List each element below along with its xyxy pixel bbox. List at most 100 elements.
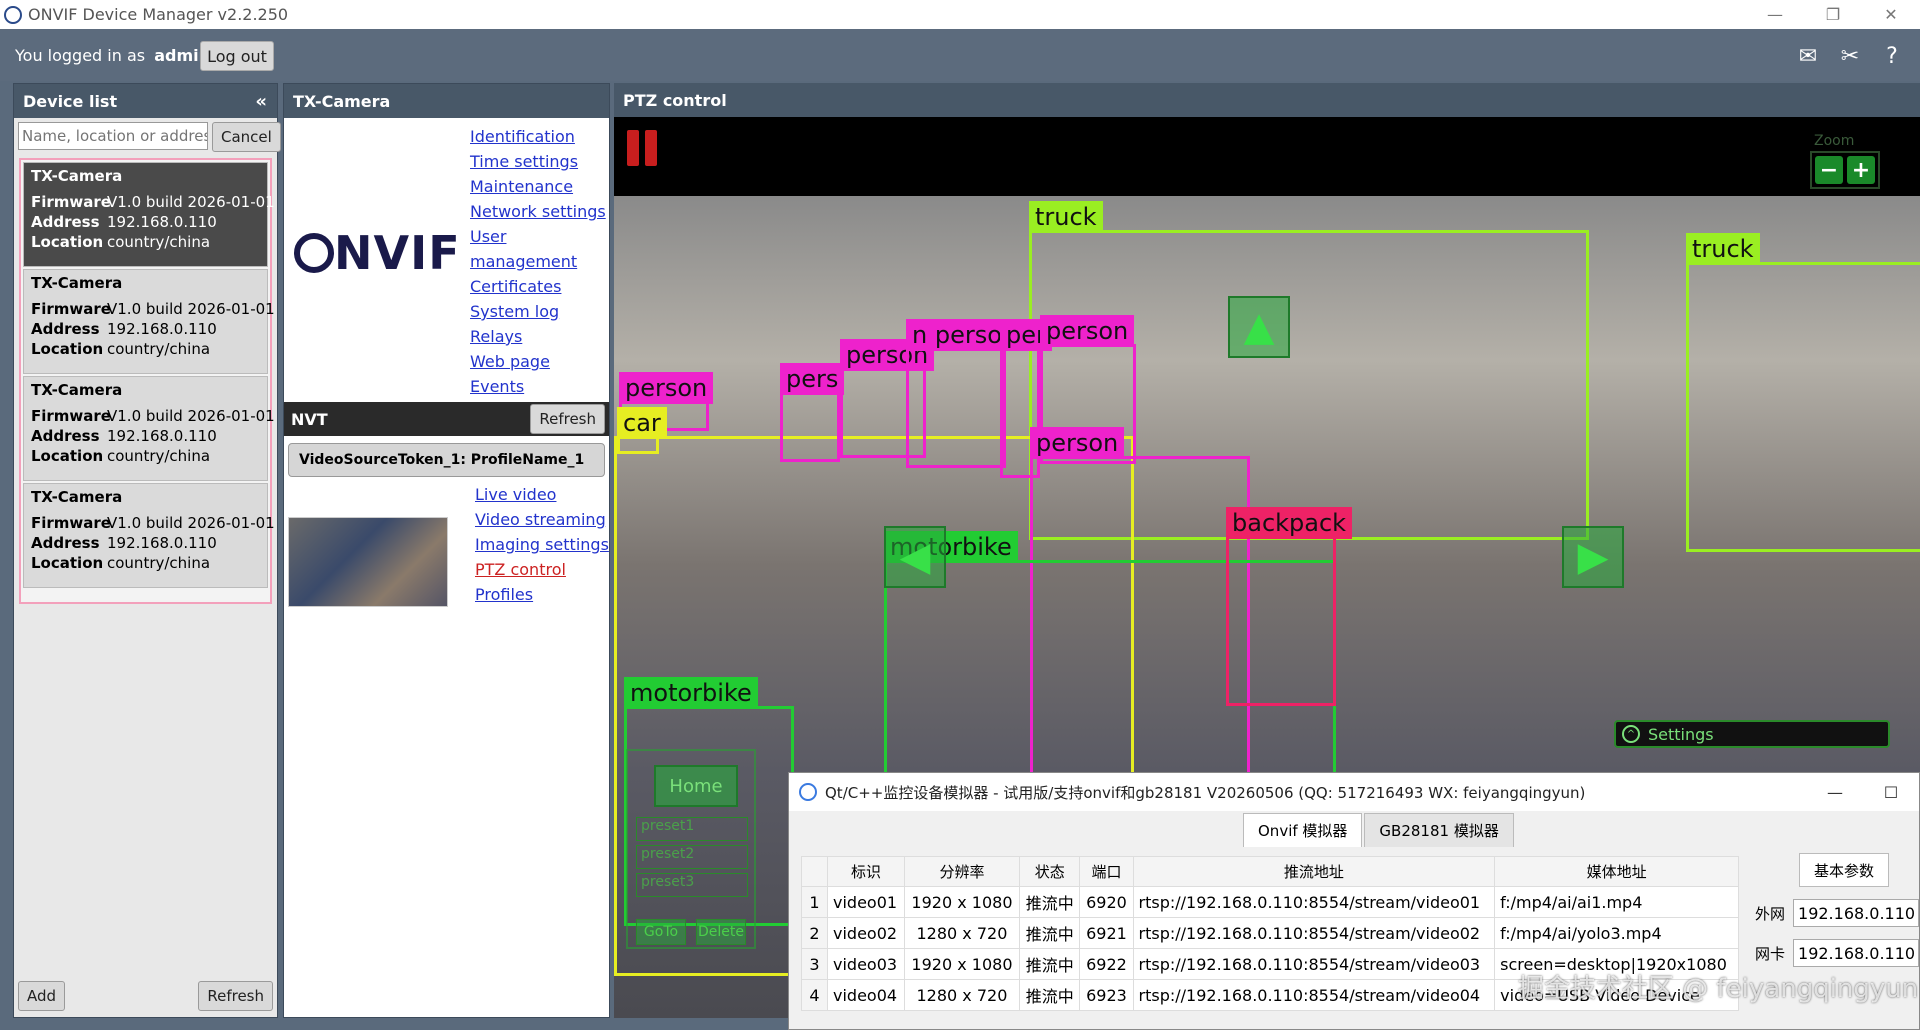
table-row[interactable]: 2 video02 1280 x 720 推流中 6921 rtsp://192.168.… [801, 917, 1739, 949]
media-link[interactable]: Video streaming [475, 507, 609, 532]
tab-basic-params[interactable]: 基本参数 [1799, 853, 1889, 887]
device-link[interactable]: Certificates [470, 274, 609, 299]
device-link[interactable]: Events [470, 374, 609, 399]
restore-button[interactable]: ❐ [1804, 0, 1862, 29]
app-icon [4, 5, 22, 24]
device-search-row: Cancel [14, 118, 281, 156]
address-label: Address [31, 213, 100, 231]
onvif-logo: NVIF [294, 226, 461, 280]
table-header: 状态 [1018, 856, 1081, 887]
zoom-in-button[interactable]: + [1847, 156, 1875, 184]
device-location: Location country/china [31, 553, 260, 573]
media-link[interactable]: PTZ control [475, 557, 609, 582]
window-title: ONVIF Device Manager v2.2.250 [28, 5, 289, 24]
table-cell: video01 [827, 886, 905, 918]
preset-item[interactable]: preset3 [636, 873, 748, 897]
device-link[interactable]: Relays [470, 324, 609, 349]
simulator-minimize-button[interactable]: — [1807, 773, 1863, 811]
table-cell: 推流中 [1018, 979, 1081, 1011]
profile-selector[interactable]: VideoSourceToken_1: ProfileName_1 [288, 443, 605, 477]
location-label: Location [31, 554, 104, 572]
device-list-footer: Add Refresh [18, 981, 273, 1011]
preset-item[interactable]: preset2 [636, 845, 748, 869]
about-icon[interactable]: ✉ [1794, 42, 1822, 70]
firmware-value: V1.0 build 2026-01-01 [107, 514, 275, 532]
media-link[interactable]: Live video [475, 482, 609, 507]
table-cell: 1920 x 1080 [903, 948, 1020, 980]
device-link[interactable]: Time settings [470, 149, 609, 174]
device-item[interactable]: TX-Camera FirmwareV1.0 build 2026-01-01 Ad… [23, 376, 275, 481]
media-link[interactable]: Imaging settings [475, 532, 609, 557]
table-cell: 6923 [1079, 979, 1134, 1011]
tools-icon[interactable]: ✂ [1836, 42, 1864, 70]
device-firmware: FirmwareV1.0 build 2026-01-01 [31, 513, 275, 533]
device-link[interactable]: Network settings [470, 199, 609, 224]
cancel-search-button[interactable]: Cancel [212, 122, 281, 152]
help-icon[interactable]: ? [1878, 42, 1906, 70]
device-address: Address 192.168.0.110 [31, 319, 260, 339]
ptz-panel-header: PTZ control [614, 83, 1920, 117]
device-item[interactable]: TX-Camera FirmwareV1.0 build 2026-01-01 Ad… [23, 269, 275, 374]
device-link[interactable]: System log [470, 299, 609, 324]
address-value: 192.168.0.110 [107, 427, 217, 445]
pan-left-icon[interactable]: ◀ [884, 526, 946, 588]
preset-item[interactable]: preset1 [636, 817, 748, 841]
pan-right-icon[interactable]: ▶ [1562, 526, 1624, 588]
nvt-refresh-button[interactable]: Refresh [530, 404, 605, 434]
nic-input[interactable] [1793, 939, 1920, 967]
delete-preset-button[interactable]: Delete [696, 919, 746, 945]
settings-label: Settings [1648, 724, 1714, 744]
table-row[interactable]: 1 video01 1920 x 1080 推流中 6920 rtsp://192.168… [801, 886, 1739, 918]
device-address: Address 192.168.0.110 [31, 212, 260, 232]
goto-button[interactable]: GoTo [636, 919, 686, 945]
firmware-value: V1.0 build 2026-01-01 [107, 407, 275, 425]
table-cell: 推流中 [1018, 948, 1081, 980]
device-link[interactable]: User management [470, 224, 609, 274]
address-label: Address [31, 320, 100, 338]
device-search-input[interactable] [18, 122, 208, 150]
minimize-button[interactable]: — [1746, 0, 1804, 29]
logout-button[interactable]: Log out [200, 41, 274, 71]
device-name: TX-Camera [31, 381, 123, 399]
device-list-header: Device list « [14, 84, 277, 118]
location-value: country/china [107, 554, 211, 572]
device-list-panel: Device list « Cancel TX-CameraFirmwareV1… [13, 83, 281, 1018]
ptz-settings-button[interactable]: ^ Settings [1614, 720, 1890, 748]
device-item[interactable]: TX-Camera FirmwareV1.0 build 2026-01-01 Ad… [23, 483, 275, 588]
pan-up-icon[interactable]: ▲ [1228, 296, 1290, 358]
pause-icon[interactable] [627, 130, 659, 166]
nic-field-row: 网卡 [1755, 939, 1920, 967]
nvt-bar: NVT Refresh [284, 402, 609, 436]
table-cell: rtsp://192.168.0.110:8554/stream/video03 [1132, 948, 1496, 980]
zoom-out-button[interactable]: − [1815, 156, 1843, 184]
add-device-button[interactable]: Add [18, 981, 66, 1011]
table-cell: 6921 [1079, 917, 1134, 949]
detection-label: car [617, 407, 667, 439]
device-name: TX-Camera [31, 167, 123, 185]
table-header-row: 标识 分辨率 状态 端口 推流地址 媒体地址 [801, 856, 1739, 887]
table-cell: video04 [827, 979, 905, 1011]
close-button[interactable]: ✕ [1862, 0, 1920, 29]
home-button[interactable]: Home [654, 765, 738, 807]
table-header: 媒体地址 [1494, 856, 1739, 887]
table-cell: video02 [827, 917, 905, 949]
video-thumbnail[interactable] [288, 517, 448, 607]
device-link[interactable]: Maintenance [470, 174, 609, 199]
simulator-window-controls: — ☐ [1807, 773, 1919, 811]
device-link[interactable]: Identification [470, 124, 609, 149]
detection-label: pers [780, 363, 845, 395]
tab-onvif[interactable]: Onvif 模拟器 [1243, 813, 1363, 847]
device-link[interactable]: Web page [470, 349, 609, 374]
collapse-icon[interactable]: « [255, 91, 267, 112]
media-link[interactable]: Profiles [475, 582, 609, 607]
device-item[interactable]: TX-Camera FirmwareV1.0 build 2026-01-01 Ad… [23, 162, 275, 267]
tab-gb28181[interactable]: GB28181 模拟器 [1364, 813, 1514, 847]
table-cell: rtsp://192.168.0.110:8554/stream/video02 [1132, 917, 1496, 949]
refresh-devices-button[interactable]: Refresh [198, 981, 273, 1011]
wan-input[interactable] [1793, 899, 1920, 927]
firmware-value: V1.0 build 2026-01-01 [107, 300, 275, 318]
simulator-maximize-button[interactable]: ☐ [1863, 773, 1919, 811]
device-list: TX-Camera FirmwareV1.0 build 2026-01-01 Ad… [19, 158, 275, 604]
address-label: Address [31, 534, 100, 552]
table-header: 推流地址 [1132, 856, 1496, 887]
